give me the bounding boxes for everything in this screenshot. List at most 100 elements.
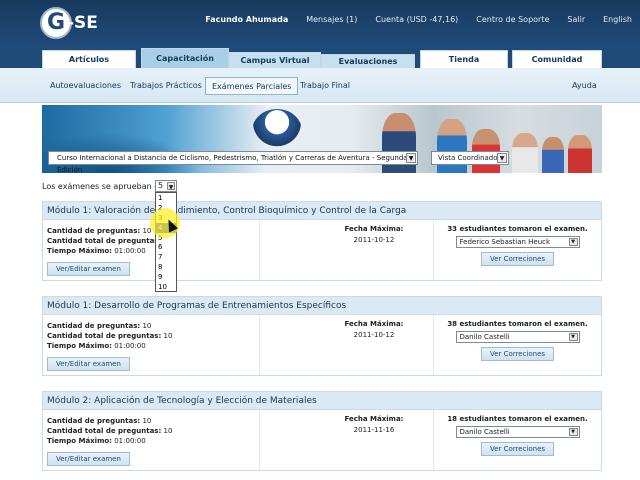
max-date-label: Fecha Máxima: [344, 415, 404, 423]
students-count: 33 estudiantes tomaron el examen. [447, 225, 588, 233]
max-date-value: 2011-11-16 [353, 426, 395, 434]
help-link[interactable]: Ayuda [566, 77, 603, 95]
student-select-value: Danilo Castelli [459, 333, 510, 341]
students-info: 38 estudiantes tomaron el examen. Danilo… [435, 319, 600, 361]
athlete-image [542, 137, 564, 173]
approve-dropdown-list: 1 2 3 4 5 6 7 8 9 10 [155, 192, 177, 292]
students-count: 38 estudiantes tomaron el examen. [447, 320, 588, 328]
chevron-down-icon: ▼ [568, 428, 578, 436]
view-corrections-button[interactable]: Ver Correciones [480, 347, 555, 361]
student-select-value: Federico Sebastian Heuck [459, 238, 551, 246]
students-count: 18 estudiantes tomaron el examen. [447, 415, 588, 423]
student-select[interactable]: Danilo Castelli ▼ [455, 331, 580, 343]
max-date: Fecha Máxima: 2011-11-16 [343, 414, 405, 436]
divider [433, 220, 434, 280]
main-tabs: Artículos Capacitación Campus Virtual Ev… [0, 48, 640, 68]
dropdown-option[interactable]: 8 [156, 262, 176, 272]
tab-capacitacion[interactable]: Capacitación [141, 48, 229, 68]
q-count-label: Cantidad de preguntas: [47, 322, 141, 330]
q-total-value: 10 [163, 332, 173, 340]
tab-articulos[interactable]: Artículos [42, 50, 136, 68]
max-date-value: 2011-10-12 [353, 331, 395, 339]
max-time-label: Tiempo Máximo: [47, 437, 112, 445]
q-total-label: Cantidad total de preguntas: [47, 237, 162, 245]
subnav-examenes-parciales[interactable]: Exámenes Parciales [205, 77, 299, 95]
edit-exam-button[interactable]: Ver/Editar examen [47, 452, 130, 466]
athlete-image [568, 135, 592, 173]
students-info: 33 estudiantes tomaron el examen. Federi… [435, 224, 600, 266]
support-link[interactable]: Centro de Soporte [476, 15, 549, 24]
module-panel: Módulo 1: Desarrollo de Programas de Ent… [42, 296, 602, 376]
module-info: Cantidad de preguntas: 10 Cantidad total… [47, 416, 257, 446]
students-info: 18 estudiantes tomaron el examen. Danilo… [435, 414, 600, 456]
max-time-value: 01:00:00 [114, 342, 146, 350]
chevron-down-icon: ▼ [568, 238, 578, 246]
tab-comunidad[interactable]: Comunidad [512, 50, 602, 68]
divider [259, 410, 260, 470]
module-title: Módulo 2: Aplicación de Tecnología y Ele… [43, 392, 601, 410]
max-time-label: Tiempo Máximo: [47, 247, 112, 255]
dropdown-option[interactable]: 6 [156, 242, 176, 252]
max-time-value: 01:00:00 [114, 247, 146, 255]
dropdown-option[interactable]: 1 [156, 193, 176, 203]
view-corrections-button[interactable]: Ver Correciones [480, 252, 555, 266]
course-select[interactable]: Curso Internacional a Distancia de Cicli… [48, 151, 418, 174]
approve-label: Los exámenes se aprueban con [42, 182, 169, 191]
gse-logo[interactable]: G -SE [40, 7, 98, 39]
chevron-down-icon: ▼ [497, 153, 507, 163]
messages-link[interactable]: Mensajes (1) [306, 15, 357, 24]
q-total-value: 10 [163, 427, 173, 435]
account-link[interactable]: Cuenta (USD -47,16) [375, 15, 458, 24]
max-time-value: 01:00:00 [114, 437, 146, 445]
subnav-trabajo-final[interactable]: Trabajo Final [294, 77, 356, 95]
divider [259, 220, 260, 280]
chevron-down-icon: ▼ [167, 182, 175, 191]
max-time-label: Tiempo Máximo: [47, 342, 112, 350]
subnav-trabajos-practicos[interactable]: Trabajos Prácticos [124, 77, 208, 95]
subnav-autoevaluaciones[interactable]: Autoevaluaciones [44, 77, 127, 95]
dropdown-option[interactable]: 7 [156, 252, 176, 262]
approve-select-value: 5 [158, 181, 164, 190]
header: G -SE Facundo Ahumada Mensajes (1) Cuent… [0, 0, 640, 48]
module-panel: Módulo 1: Valoración del Rendimiento, Co… [42, 201, 602, 281]
divider [433, 315, 434, 375]
logo-text: -SE [67, 13, 98, 33]
tab-campus-virtual[interactable]: Campus Virtual [229, 52, 321, 68]
q-total-label: Cantidad total de preguntas: [47, 332, 162, 340]
q-count-value: 10 [142, 322, 152, 330]
tab-evaluaciones[interactable]: Evaluaciones [321, 54, 415, 68]
logout-link[interactable]: Salir [567, 15, 585, 24]
student-select-value: Danilo Castelli [459, 428, 510, 436]
dropdown-option[interactable]: 9 [156, 272, 176, 282]
dropdown-option[interactable]: 10 [156, 282, 176, 292]
view-select[interactable]: Vista Coordinador ▼ [431, 151, 509, 165]
view-select-value: Vista Coordinador [438, 154, 501, 162]
approve-select[interactable]: 5 ▼ [155, 180, 177, 192]
module-panel: Módulo 2: Aplicación de Tecnología y Ele… [42, 391, 602, 471]
q-count-label: Cantidad de preguntas: [47, 227, 141, 235]
module-title: Módulo 1: Valoración del Rendimiento, Co… [43, 202, 601, 220]
athlete-image [512, 133, 538, 173]
max-date-value: 2011-10-12 [353, 236, 395, 244]
student-select[interactable]: Danilo Castelli ▼ [455, 426, 580, 438]
q-count-value: 10 [142, 417, 152, 425]
divider [433, 410, 434, 470]
q-total-label: Cantidad total de preguntas: [47, 427, 162, 435]
language-link[interactable]: English [603, 15, 632, 24]
sub-navigation: Autoevaluaciones Trabajos Prácticos Exám… [0, 68, 640, 103]
chevron-down-icon: ▼ [568, 333, 578, 341]
edit-exam-button[interactable]: Ver/Editar examen [47, 357, 130, 371]
module-title: Módulo 1: Desarrollo de Programas de Ent… [43, 297, 601, 315]
cyclist-image [252, 109, 302, 153]
divider [259, 315, 260, 375]
max-date: Fecha Máxima: 2011-10-12 [343, 319, 405, 341]
module-info: Cantidad de preguntas: 10 Cantidad total… [47, 321, 257, 351]
view-corrections-button[interactable]: Ver Correciones [480, 442, 555, 456]
top-links: Facundo Ahumada Mensajes (1) Cuenta (USD… [187, 15, 632, 24]
tab-tienda[interactable]: Tienda [420, 50, 508, 68]
edit-exam-button[interactable]: Ver/Editar examen [47, 262, 130, 276]
user-name-link[interactable]: Facundo Ahumada [205, 15, 288, 24]
q-count-label: Cantidad de preguntas: [47, 417, 141, 425]
max-date-label: Fecha Máxima: [344, 320, 404, 328]
student-select[interactable]: Federico Sebastian Heuck ▼ [455, 236, 580, 248]
